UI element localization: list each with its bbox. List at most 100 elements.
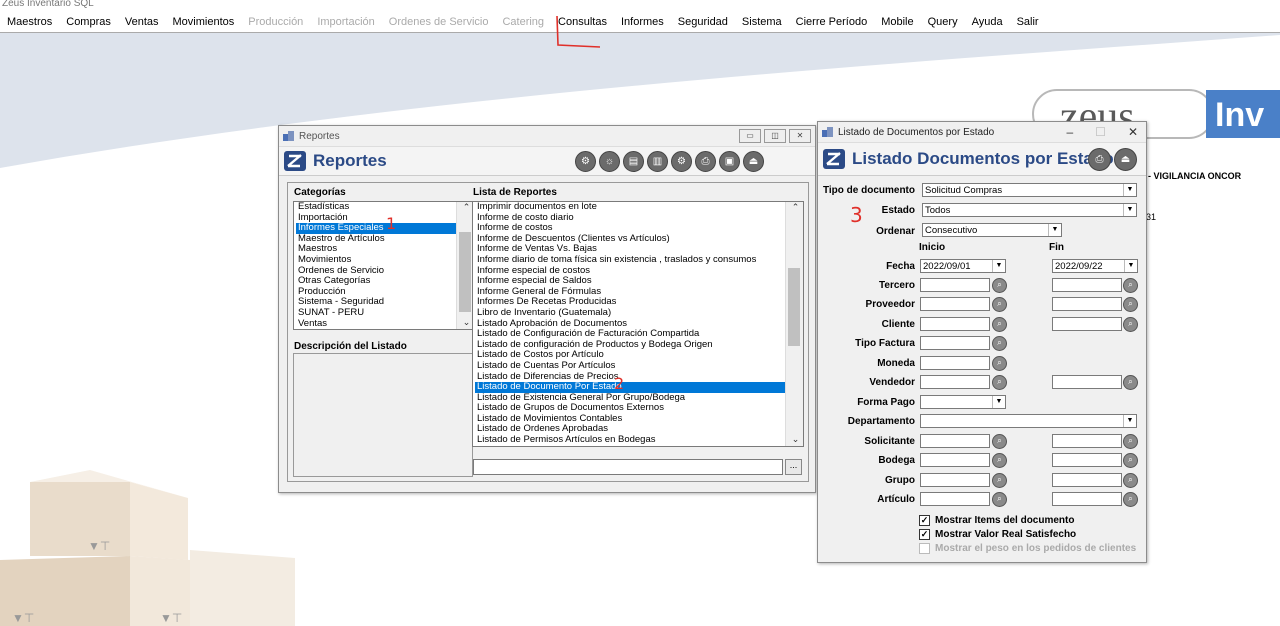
- departamento-inicio-field[interactable]: ▼: [920, 414, 1137, 428]
- report-path-field[interactable]: [473, 459, 783, 475]
- document-icon[interactable]: ▤: [623, 151, 644, 172]
- tercero-inicio-field[interactable]: [920, 278, 990, 292]
- reporte-item[interactable]: Listado de Permisos Artículos en Bodegas: [475, 434, 787, 446]
- categoria-item[interactable]: Movimientos: [296, 254, 458, 266]
- ordenar-select[interactable]: Consecutivo ▼: [922, 223, 1062, 237]
- filter-icon[interactable]: ⚙: [575, 151, 596, 172]
- restore-button[interactable]: ◫: [764, 129, 786, 143]
- menu-item-cierre-período[interactable]: Cierre Período: [789, 16, 875, 28]
- menu-item-seguridad[interactable]: Seguridad: [671, 16, 735, 28]
- proveedor-fin-field[interactable]: [1052, 297, 1122, 311]
- grupo-inicio-search-icon[interactable]: ⌕: [992, 473, 1007, 488]
- reporte-item[interactable]: Informe diario de toma física sin existe…: [475, 254, 787, 266]
- scroll-up-icon[interactable]: ⌃: [786, 202, 803, 214]
- grupo-inicio-field[interactable]: [920, 473, 990, 487]
- moneda-inicio-field[interactable]: [920, 356, 990, 370]
- categorias-list[interactable]: Estadísticas Importación Informes Especial…: [293, 201, 475, 330]
- forma-pago-inicio-field[interactable]: ▼: [920, 395, 1006, 409]
- lista-reportes-list[interactable]: Imprimir documentos en lote Informe de co…: [472, 201, 804, 447]
- menu-item-sistema[interactable]: Sistema: [735, 16, 789, 28]
- cliente-inicio-field[interactable]: [920, 317, 990, 331]
- cliente-fin-field[interactable]: [1052, 317, 1122, 331]
- moneda-inicio-search-icon[interactable]: ⌕: [992, 356, 1007, 371]
- bodega-inicio-search-icon[interactable]: ⌕: [992, 453, 1007, 468]
- chevron-down-icon[interactable]: ▼: [1123, 204, 1136, 216]
- proveedor-inicio-search-icon[interactable]: ⌕: [992, 297, 1007, 312]
- check-option[interactable]: ✓ Mostrar Valor Real Satisfecho: [919, 529, 1076, 540]
- settings-icon[interactable]: ☼: [599, 151, 620, 172]
- menu-item-mobile[interactable]: Mobile: [874, 16, 920, 28]
- articulo-fin-search-icon[interactable]: ⌕: [1123, 492, 1138, 507]
- articulo-inicio-field[interactable]: [920, 492, 990, 506]
- tercero-fin-search-icon[interactable]: ⌕: [1123, 278, 1138, 293]
- print-icon[interactable]: ⎙: [695, 151, 716, 172]
- bodega-fin-field[interactable]: [1052, 453, 1122, 467]
- tercero-fin-field[interactable]: [1052, 278, 1122, 292]
- tipo-documento-select[interactable]: Solicitud Compras ▼: [922, 183, 1137, 197]
- vendedor-fin-search-icon[interactable]: ⌕: [1123, 375, 1138, 390]
- grupo-fin-field[interactable]: [1052, 473, 1122, 487]
- lista-scrollbar[interactable]: ⌃ ⌄: [785, 202, 803, 446]
- proveedor-fin-search-icon[interactable]: ⌕: [1123, 297, 1138, 312]
- menu-item-ventas[interactable]: Ventas: [118, 16, 166, 28]
- categoria-item[interactable]: Ventas: [296, 318, 458, 329]
- chevron-down-icon[interactable]: ▼: [992, 260, 1005, 272]
- solicitante-fin-search-icon[interactable]: ⌕: [1123, 434, 1138, 449]
- cliente-fin-search-icon[interactable]: ⌕: [1123, 317, 1138, 332]
- bodega-inicio-field[interactable]: [920, 453, 990, 467]
- menu-item-query[interactable]: Query: [921, 16, 965, 28]
- vendedor-fin-field[interactable]: [1052, 375, 1122, 389]
- close-button[interactable]: ✕: [789, 129, 811, 143]
- cliente-inicio-search-icon[interactable]: ⌕: [992, 317, 1007, 332]
- grupo-fin-search-icon[interactable]: ⌕: [1123, 473, 1138, 488]
- reporte-item[interactable]: Libro de Inventario (Guatemala): [475, 307, 787, 319]
- estado-select[interactable]: Todos ▼: [922, 203, 1137, 217]
- fecha-inicio-field[interactable]: 2022/09/01 ▼: [920, 259, 1006, 273]
- fecha-fin-field[interactable]: 2022/09/22 ▼: [1052, 259, 1138, 273]
- config-icon[interactable]: ⚙: [671, 151, 692, 172]
- articulo-inicio-search-icon[interactable]: ⌕: [992, 492, 1007, 507]
- proveedor-label: Proveedor: [865, 299, 915, 310]
- chevron-down-icon[interactable]: ▼: [1123, 415, 1136, 427]
- reporte-item[interactable]: Listado de Cuentas Por Artículos: [475, 360, 787, 372]
- menu-item-informes[interactable]: Informes: [614, 16, 671, 28]
- tercero-inicio-search-icon[interactable]: ⌕: [992, 278, 1007, 293]
- preview-icon[interactable]: ▣: [719, 151, 740, 172]
- tercero-label: Tercero: [879, 280, 915, 291]
- minimize-button[interactable]: ▭: [739, 129, 761, 143]
- annotation-three: 3: [850, 203, 863, 227]
- vendedor-inicio-search-icon[interactable]: ⌕: [992, 375, 1007, 390]
- reporte-item[interactable]: Imprimir documentos en lote: [475, 202, 787, 213]
- descripcion-label: Descripción del Listado: [294, 341, 407, 352]
- menu-item-ordenes-de-servicio: Ordenes de Servicio: [388, 15, 489, 28]
- checkbox[interactable]: ✓: [919, 515, 930, 526]
- articulo-fin-field[interactable]: [1052, 492, 1122, 506]
- scroll-down-icon[interactable]: ⌄: [786, 434, 803, 446]
- vendedor-inicio-field[interactable]: [920, 375, 990, 389]
- tipo-factura-inicio-search-icon[interactable]: ⌕: [992, 336, 1007, 351]
- menu-item-ayuda[interactable]: Ayuda: [965, 16, 1010, 28]
- solicitante-fin-field[interactable]: [1052, 434, 1122, 448]
- checkbox[interactable]: ✓: [919, 529, 930, 540]
- solicitante-inicio-search-icon[interactable]: ⌕: [992, 434, 1007, 449]
- chevron-down-icon[interactable]: ▼: [992, 396, 1005, 408]
- menu-item-movimientos[interactable]: Movimientos: [166, 16, 242, 28]
- check-option[interactable]: ✓ Mostrar Items del documento: [919, 515, 1074, 526]
- chevron-down-icon[interactable]: ▼: [1123, 184, 1136, 196]
- solicitante-inicio-field[interactable]: [920, 434, 990, 448]
- categoria-item[interactable]: SUNAT - PERU: [296, 307, 458, 319]
- categoria-item[interactable]: Estadísticas: [296, 202, 458, 213]
- menu-item-maestros[interactable]: Maestros: [0, 16, 59, 28]
- tipo-factura-inicio-field[interactable]: [920, 336, 990, 350]
- export-icon[interactable]: ▥: [647, 151, 668, 172]
- chevron-down-icon[interactable]: ▼: [1124, 260, 1137, 272]
- browse-button[interactable]: ...: [785, 459, 802, 475]
- zeus-z-icon: [284, 151, 306, 171]
- proveedor-inicio-field[interactable]: [920, 297, 990, 311]
- bodega-fin-search-icon[interactable]: ⌕: [1123, 453, 1138, 468]
- exit-icon[interactable]: ⏏: [743, 151, 764, 172]
- menu-item-compras[interactable]: Compras: [59, 16, 118, 28]
- menu-item-salir[interactable]: Salir: [1010, 16, 1046, 28]
- chevron-down-icon[interactable]: ▼: [1048, 224, 1061, 236]
- estado-select-value: Todos: [925, 205, 951, 216]
